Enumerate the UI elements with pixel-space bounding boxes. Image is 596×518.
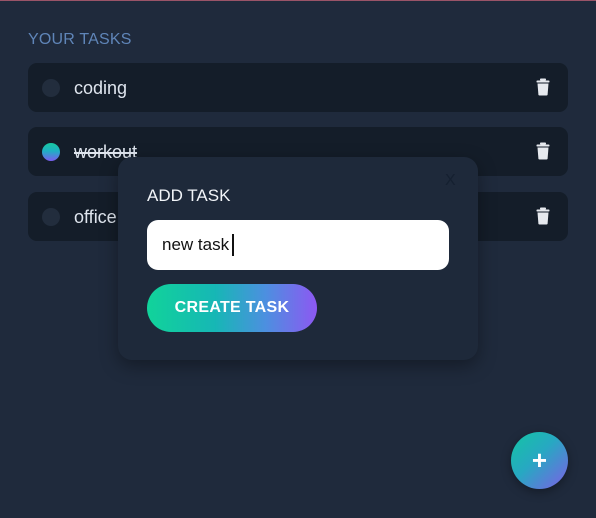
text-caret: [232, 234, 234, 256]
close-icon[interactable]: X: [445, 172, 456, 190]
plus-icon: +: [531, 444, 548, 475]
section-heading: YOUR TASKS: [28, 31, 132, 48]
top-border: [0, 0, 596, 1]
modal-title: ADD TASK: [147, 186, 231, 205]
task-checkbox[interactable]: [42, 79, 60, 97]
trash-icon[interactable]: [536, 78, 550, 96]
task-checkbox[interactable]: [42, 208, 60, 226]
add-task-modal: X ADD TASK CREATE TASK: [118, 157, 478, 360]
task-checkbox-checked[interactable]: [42, 143, 60, 161]
trash-icon[interactable]: [536, 207, 550, 225]
create-task-button[interactable]: CREATE TASK: [147, 284, 317, 332]
task-name-input[interactable]: [147, 220, 449, 270]
task-label: coding: [74, 78, 128, 98]
add-task-button[interactable]: +: [511, 432, 568, 489]
task-label: office: [74, 207, 117, 227]
trash-icon[interactable]: [536, 142, 550, 160]
app: YOUR TASKS coding workout office X ADD T…: [0, 0, 596, 518]
task-item: coding: [28, 63, 568, 112]
